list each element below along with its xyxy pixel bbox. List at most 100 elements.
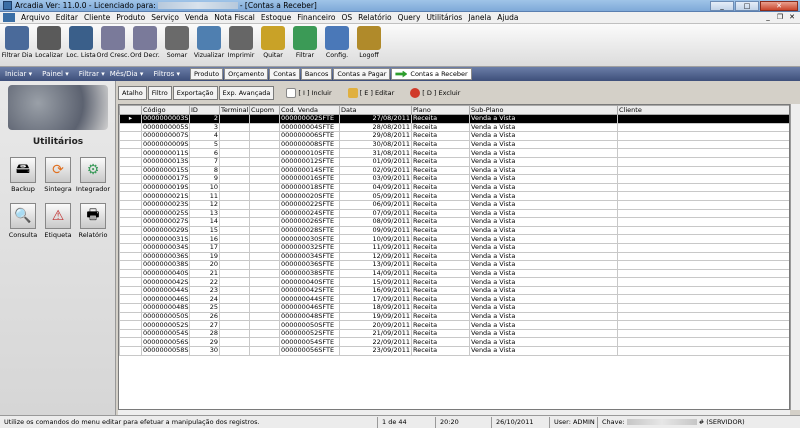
tab-bancos[interactable]: Bancos: [300, 68, 333, 80]
table-row[interactable]: 0000000058S 30 000000056SFTE 23/09/2011 Rece…: [119, 346, 789, 356]
menu-servico[interactable]: Serviço: [148, 13, 182, 22]
tab-contas-a-pagar[interactable]: Contas a Pagar: [333, 68, 391, 80]
menu-utilitarios[interactable]: Utilitários: [423, 13, 465, 22]
column-header[interactable]: Terminal: [219, 105, 250, 115]
table-row[interactable]: 0000000040S 21 000000038SFTE 14/09/2011 Rece…: [119, 268, 789, 279]
table-row[interactable]: 0000000050S 26 000000048SFTE 19/09/2011 Rece…: [119, 311, 789, 322]
etiqueta-button[interactable]: ⚠ Etiqueta: [41, 203, 75, 241]
consulta-button[interactable]: 🔍 Consulta: [6, 203, 40, 241]
table-row[interactable]: 0000000029S 15 000000028SFTE 09/09/2011 Rece…: [119, 225, 789, 236]
sintegra-button[interactable]: ⟳ Sintegra: [41, 157, 75, 195]
toolbar-localizar-button[interactable]: Localizar: [33, 24, 65, 66]
menu-ajuda[interactable]: Ajuda: [494, 13, 521, 22]
records-grid[interactable]: Código ID Terminal Cupom Cod. Venda Data Plano…: [118, 104, 790, 410]
menu-produto[interactable]: Produto: [113, 13, 148, 22]
table-row[interactable]: 0000000005S 3 000000004SFTE 28/08/2011 Recei…: [119, 122, 789, 133]
menu-janela[interactable]: Janela: [465, 13, 494, 22]
table-cell: Receita: [411, 182, 470, 193]
menu-arquivo[interactable]: Arquivo: [18, 13, 53, 22]
tab-contas[interactable]: Contas: [269, 68, 300, 80]
toolbar-filtrar-button[interactable]: Filtrar: [289, 24, 321, 66]
close-button[interactable]: ✕: [760, 1, 798, 11]
nav-filtrar[interactable]: Filtrar ▾: [74, 70, 110, 78]
table-row[interactable]: 0000000031S 16 000000030SFTE 10/09/2011 Rece…: [119, 234, 789, 244]
table-row[interactable]: 0000000011S 6 000000010SFTE 31/08/2011 Recei…: [119, 148, 789, 158]
toolbar-vizualizar-button[interactable]: Vizualizar: [193, 24, 225, 66]
excluir-button[interactable]: [ D ] Excluir: [405, 86, 465, 100]
maximize-button[interactable]: □: [735, 1, 759, 11]
editar-button[interactable]: [ E ] Editar: [343, 86, 400, 100]
table-row[interactable]: 0000000048S 25 000000046SFTE 18/09/2011 Rece…: [119, 303, 789, 313]
table-row[interactable]: 0000000007S 4 000000006SFTE 29/08/2011 Recei…: [119, 131, 789, 141]
toolbar-filtrar-dia-button[interactable]: Filtrar Dia: [1, 24, 33, 66]
atalho-button[interactable]: Atalho: [118, 86, 147, 100]
nav-filtros[interactable]: Filtros ▾: [148, 70, 185, 78]
table-row[interactable]: 0000000017S 9 000000016SFTE 03/09/2011 Recei…: [119, 174, 789, 184]
toolbar-ord-cresc-button[interactable]: Ord Cresc.: [97, 24, 129, 66]
column-header[interactable]: Código: [141, 105, 190, 115]
exportacao-button[interactable]: Exportação: [172, 86, 218, 100]
column-header[interactable]: Cod. Venda: [279, 105, 340, 115]
menu-estoque[interactable]: Estoque: [258, 13, 294, 22]
minimize-button[interactable]: _: [710, 1, 734, 11]
exp-avancada-button[interactable]: Exp. Avançada: [218, 86, 275, 100]
toolbar-ord-decr-button[interactable]: Ord Decr.: [129, 24, 161, 66]
tab-produto[interactable]: Produto: [190, 68, 224, 80]
mdi-window-icon[interactable]: [3, 13, 15, 22]
vertical-scrollbar[interactable]: [790, 104, 800, 410]
backup-button[interactable]: 🖴 Backup: [6, 157, 40, 195]
toolbar-imprimir-button[interactable]: Imprimir: [225, 24, 257, 66]
table-row[interactable]: 0000000034S 17 000000032SFTE 11/09/2011 Rece…: [119, 242, 789, 253]
menu-financeiro[interactable]: Financeiro: [294, 13, 338, 22]
column-header[interactable]: Plano: [411, 105, 470, 115]
nav-mes-dia[interactable]: Mês/Dia ▾: [110, 70, 149, 78]
column-header[interactable]: Sub-Plano: [469, 105, 618, 115]
table-row[interactable]: 0000000027S 14 000000026SFTE 08/09/2011 Rece…: [119, 217, 789, 227]
table-row[interactable]: 0000000021S 11 000000020SFTE 05/09/2011 Rece…: [119, 191, 789, 201]
tab-orcamento[interactable]: Orçamento: [224, 68, 269, 80]
table-row[interactable]: 0000000015S 8 000000014SFTE 02/09/2011 Recei…: [119, 165, 789, 176]
table-row[interactable]: 0000000036S 19 000000034SFTE 12/09/2011 Rece…: [119, 251, 789, 262]
table-cell: 0000000011S: [141, 148, 190, 158]
table-cell: [617, 320, 789, 330]
table-row[interactable]: 0000000038S 20 000000036SFTE 13/09/2011 Rece…: [119, 260, 789, 270]
tab-contas-a-receber[interactable]: Contas a Receber: [391, 68, 472, 80]
incluir-button[interactable]: [ I ] Incluir: [281, 86, 336, 100]
table-row[interactable]: 0000000044S 23 000000042SFTE 16/09/2011 Rece…: [119, 285, 789, 296]
toolbar-logoff-button[interactable]: Logoff: [353, 24, 385, 66]
mdi-restore-button[interactable]: ❐: [775, 13, 785, 22]
nav-painel[interactable]: Painel ▾: [37, 70, 74, 78]
mdi-minimize-button[interactable]: _: [763, 13, 773, 22]
toolbar-quitar-button[interactable]: Quitar: [257, 24, 289, 66]
toolbar-somar-button[interactable]: Somar: [161, 24, 193, 66]
toolbar-config-button[interactable]: Config.: [321, 24, 353, 66]
menu-cliente[interactable]: Cliente: [81, 13, 113, 22]
filtro-button[interactable]: Filtro: [147, 86, 172, 100]
table-row[interactable]: 0000000019S 10 000000018SFTE 04/09/2011 Rece…: [119, 182, 789, 193]
column-header[interactable]: Data: [339, 105, 412, 115]
menu-query[interactable]: Query: [395, 13, 424, 22]
menu-venda[interactable]: Venda: [182, 13, 211, 22]
column-header[interactable]: Cliente: [617, 105, 789, 115]
table-row[interactable]: 0000000054S 28 000000052SFTE 21/09/2011 Rece…: [119, 328, 789, 339]
menu-os[interactable]: OS: [339, 13, 356, 22]
table-row[interactable]: 0000000056S 29 000000054SFTE 22/09/2011 Rece…: [119, 337, 789, 348]
menu-nota-fiscal[interactable]: Nota Fiscal: [211, 13, 258, 22]
table-row[interactable]: 0000000009S 5 000000008SFTE 30/08/2011 Recei…: [119, 139, 789, 150]
relatorio-button[interactable]: 🖶 Relatório: [76, 203, 110, 241]
mdi-close-button[interactable]: ✕: [787, 13, 797, 22]
column-header[interactable]: Cupom: [249, 105, 280, 115]
table-row[interactable]: ▸ 0000000003S 2 000000002SFTE 27/08/2011 Rece…: [119, 114, 789, 124]
table-row[interactable]: 0000000052S 27 000000050SFTE 20/09/2011 Rece…: [119, 320, 789, 330]
table-row[interactable]: 0000000046S 24 000000044SFTE 17/09/2011 Rece…: [119, 294, 789, 305]
menu-editar[interactable]: Editar: [53, 13, 81, 22]
table-row[interactable]: 0000000042S 22 000000040SFTE 15/09/2011 Rece…: [119, 277, 789, 287]
table-row[interactable]: 0000000023S 12 000000022SFTE 06/09/2011 Rece…: [119, 199, 789, 210]
nav-iniciar[interactable]: Iniciar ▾: [0, 70, 37, 78]
column-header[interactable]: ID: [189, 105, 220, 115]
table-row[interactable]: 0000000025S 13 000000024SFTE 07/09/2011 Rece…: [119, 208, 789, 219]
toolbar-loc-lista-button[interactable]: Loc. Lista: [65, 24, 97, 66]
menu-relatorio[interactable]: Relatório: [355, 13, 394, 22]
table-row[interactable]: 0000000013S 7 000000012SFTE 01/09/2011 Recei…: [119, 156, 789, 167]
integrador-button[interactable]: ⚙ Integrador: [76, 157, 110, 195]
